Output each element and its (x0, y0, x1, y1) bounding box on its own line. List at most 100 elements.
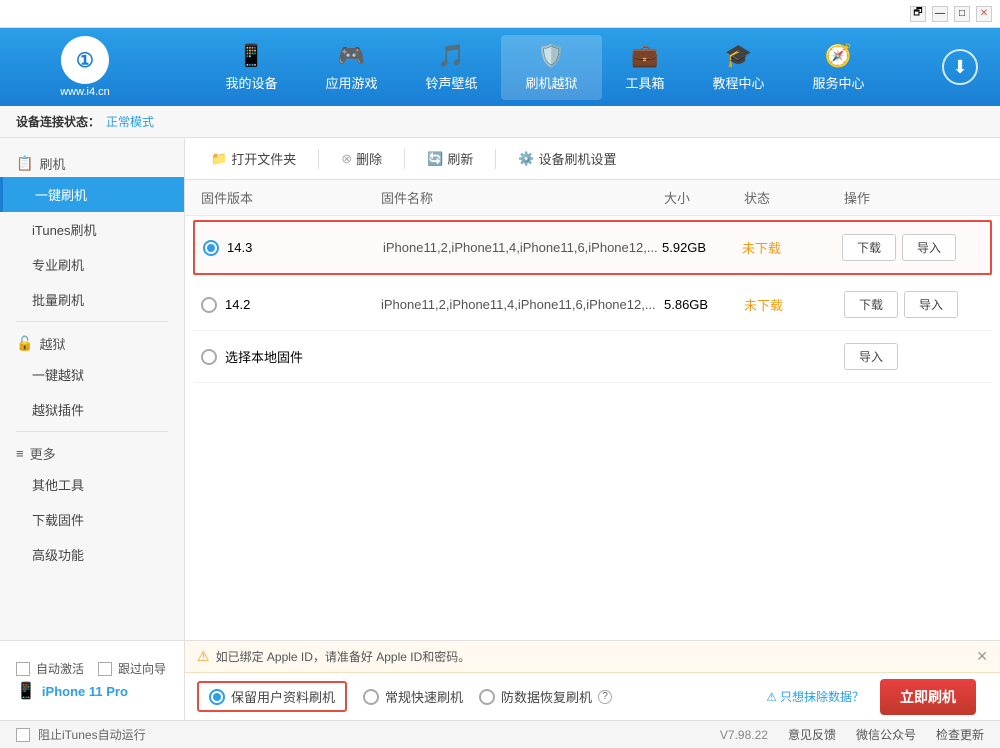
jailbreak-icon: 🔓 (16, 335, 33, 352)
firmware-row-143[interactable]: 14.3 iPhone11,2,iPhone11,4,iPhone11,6,iP… (193, 220, 992, 275)
status-mode: 正常模式 (106, 113, 154, 130)
check-update-link[interactable]: 检查更新 (936, 726, 984, 743)
stop-itunes-checkbox[interactable] (16, 728, 30, 742)
header: ① www.i4.cn 📱 我的设备 🎮 应用游戏 🎵 铃声壁纸 🛡️ 刷机越狱… (0, 28, 1000, 106)
sidebar-item-one-click-flash[interactable]: 一键刷机 (0, 177, 184, 212)
fw-actions-local: 导入 (844, 343, 984, 370)
delete-data-triangle: ⚠ (766, 690, 777, 704)
sidebar-item-itunes-flash[interactable]: iTunes刷机 (0, 212, 184, 247)
app-version: V7.98.22 (720, 728, 768, 742)
sidebar-item-one-click-jb[interactable]: 一键越狱 (0, 357, 184, 392)
device-name-row[interactable]: 📱 iPhone 11 Pro (16, 681, 168, 701)
fw-name-143: iPhone11,2,iPhone11,4,iPhone11,6,iPhone1… (383, 240, 662, 255)
nav-flash[interactable]: 🛡️ 刷机越狱 (501, 35, 601, 100)
import-btn-142[interactable]: 导入 (904, 291, 958, 318)
radio-local[interactable] (201, 349, 217, 365)
download-btn-142[interactable]: 下载 (844, 291, 898, 318)
notice-warn-icon: ⚠ (197, 648, 210, 665)
maximize-btn[interactable]: □ (954, 6, 970, 22)
open-folder-btn[interactable]: 📁 打开文件夹 (201, 145, 306, 172)
radio-143[interactable] (203, 240, 219, 256)
nav-my-device[interactable]: 📱 我的设备 (201, 35, 301, 100)
keep-data-label: 保留用户资料刷机 (231, 687, 335, 706)
guide-follow-checkbox[interactable] (98, 662, 112, 676)
device-settings-btn[interactable]: ⚙️ 设备刷机设置 (508, 145, 626, 172)
feedback-link[interactable]: 意见反馈 (788, 726, 836, 743)
sidebar-item-other-tools[interactable]: 其他工具 (0, 467, 184, 502)
notice-bar: ⚠ 如已绑定 Apple ID，请准备好 Apple ID和密码。 ✕ (185, 641, 1000, 673)
quick-flash-option[interactable]: 常规快速刷机 (363, 687, 463, 706)
status-left: 阻止iTunes自动运行 (16, 726, 146, 743)
import-btn-143[interactable]: 导入 (902, 234, 956, 261)
nav-my-device-label: 我的设备 (225, 73, 277, 92)
flash-now-button[interactable]: 立即刷机 (880, 679, 976, 715)
auto-activate-label: 自动激活 (36, 660, 84, 677)
toolbar-sep-2 (404, 149, 405, 169)
version-label-local: 选择本地固件 (225, 347, 303, 366)
main-layout: 📋 刷机 一键刷机 iTunes刷机 专业刷机 批量刷机 🔓 越狱 一键越狱 越… (0, 138, 1000, 640)
sidebar-item-label: 高级功能 (32, 548, 84, 563)
nav-flash-label: 刷机越狱 (525, 73, 577, 92)
nav-ringtone[interactable]: 🎵 铃声壁纸 (401, 35, 501, 100)
nav-service[interactable]: 🧭 服务中心 (789, 35, 889, 100)
sidebar-item-download-fw[interactable]: 下载固件 (0, 502, 184, 537)
nav-ringtone-label: 铃声壁纸 (425, 73, 477, 92)
toolbar-sep-3 (495, 149, 496, 169)
sidebar-item-batch-flash[interactable]: 批量刷机 (0, 282, 184, 317)
flash-section-header: 📋 刷机 (0, 146, 184, 177)
radio-recovery-flash[interactable] (479, 689, 495, 705)
window-controls[interactable]: 🗗 — □ ✕ (910, 6, 992, 22)
restore-btn[interactable]: 🗗 (910, 6, 926, 22)
connection-status-bar: 设备连接状态： 正常模式 (0, 106, 1000, 138)
wechat-link[interactable]: 微信公众号 (856, 726, 916, 743)
recovery-help-icon[interactable]: ? (598, 690, 612, 704)
device-name: iPhone 11 Pro (42, 684, 128, 699)
device-bar: 自动激活 跟过向导 📱 iPhone 11 Pro ⚠ 如已绑定 Apple I… (0, 640, 1000, 720)
download-btn-143[interactable]: 下载 (842, 234, 896, 261)
sidebar-item-label: 其他工具 (32, 478, 84, 493)
nav-right: ⬇ (930, 49, 990, 85)
radio-quick-flash[interactable] (363, 689, 379, 705)
app-icon: 🎮 (338, 43, 365, 69)
nav-app-game-label: 应用游戏 (325, 73, 377, 92)
global-download-btn[interactable]: ⬇ (942, 49, 978, 85)
delete-btn[interactable]: ⊗ 删除 (331, 145, 392, 172)
more-section-title: 更多 (30, 444, 56, 463)
device-right-panel: ⚠ 如已绑定 Apple ID，请准备好 Apple ID和密码。 ✕ 保留用户… (185, 641, 1000, 720)
radio-142[interactable] (201, 297, 217, 313)
firmware-row-142[interactable]: 14.2 iPhone11,2,iPhone11,4,iPhone11,6,iP… (193, 279, 992, 331)
close-btn[interactable]: ✕ (976, 6, 992, 22)
notice-close-btn[interactable]: ✕ (976, 648, 988, 665)
delete-data-link[interactable]: ⚠ 只想抹除数据？ (766, 688, 864, 705)
sidebar-item-jb-plugins[interactable]: 越狱插件 (0, 392, 184, 427)
keep-data-option[interactable]: 保留用户资料刷机 (197, 681, 347, 712)
auto-activate-checkbox[interactable] (16, 662, 30, 676)
tutorial-icon: 🎓 (725, 43, 752, 69)
nav-tutorial[interactable]: 🎓 教程中心 (689, 35, 789, 100)
sidebar-item-advanced[interactable]: 高级功能 (0, 537, 184, 572)
fw-size-142: 5.86GB (664, 297, 744, 312)
device-left-panel: 自动激活 跟过向导 📱 iPhone 11 Pro (0, 641, 185, 720)
notice-text: 如已绑定 Apple ID，请准备好 Apple ID和密码。 (216, 648, 471, 665)
status-label: 设备连接状态： (16, 113, 100, 130)
nav-toolbox[interactable]: 💼 工具箱 (602, 35, 689, 100)
content-area: 📁 打开文件夹 ⊗ 删除 🔄 刷新 ⚙️ 设备刷机设置 固件版本 固件名称 (185, 138, 1000, 640)
logo-area: ① www.i4.cn (10, 36, 160, 98)
sidebar-item-label: 专业刷机 (32, 258, 84, 273)
minimize-btn[interactable]: — (932, 6, 948, 22)
fw-status-143: 未下载 (742, 238, 842, 257)
sidebar-item-label: 越狱插件 (32, 403, 84, 418)
settings-icon: ⚙️ (518, 151, 534, 167)
recovery-flash-option[interactable]: 防数据恢复刷机 ? (479, 687, 612, 706)
sidebar-item-pro-flash[interactable]: 专业刷机 (0, 247, 184, 282)
nav-app-game[interactable]: 🎮 应用游戏 (301, 35, 401, 100)
version-label-142: 14.2 (225, 297, 250, 312)
firmware-row-local[interactable]: 选择本地固件 导入 (193, 331, 992, 383)
refresh-btn[interactable]: 🔄 刷新 (417, 145, 483, 172)
recovery-flash-label: 防数据恢复刷机 (501, 687, 592, 706)
import-btn-local[interactable]: 导入 (844, 343, 898, 370)
radio-keep-data[interactable] (209, 689, 225, 705)
version-cell-local: 选择本地固件 (201, 347, 381, 366)
refresh-icon: 🔄 (427, 151, 443, 167)
quick-flash-label: 常规快速刷机 (385, 687, 463, 706)
